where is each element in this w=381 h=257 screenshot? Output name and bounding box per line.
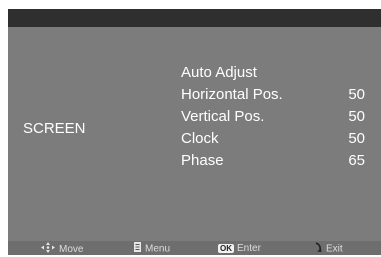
menu-category-label: SCREEN (23, 120, 86, 137)
ok-icon: OK (218, 243, 234, 253)
exit-hint-label: Exit (326, 243, 343, 255)
move-hint: Move (41, 242, 83, 255)
menu-item-value: 50 (348, 130, 365, 147)
menu-item-list: Auto Adjust Horizontal Pos. 50 Vertical … (181, 62, 371, 172)
osd-menu-panel: SCREEN Auto Adjust Horizontal Pos. 50 Ve… (8, 9, 381, 255)
menu-item-value: 50 (348, 86, 365, 103)
exit-hint: Exit (314, 242, 343, 255)
menu-item-label: Clock (181, 130, 219, 147)
menu-item-horizontal-pos[interactable]: Horizontal Pos. 50 (181, 84, 371, 106)
move-hint-label: Move (59, 244, 84, 256)
menu-icon (134, 242, 141, 256)
control-hint-bar: Move Menu OK Enter Exit (8, 241, 381, 255)
menu-item-label: Horizontal Pos. (181, 86, 283, 103)
menu-item-vertical-pos[interactable]: Vertical Pos. 50 (181, 106, 371, 128)
return-arrow-icon (314, 242, 322, 256)
menu-item-auto-adjust[interactable]: Auto Adjust (181, 62, 371, 84)
osd-title-bar (8, 9, 381, 27)
menu-item-phase[interactable]: Phase 65 (181, 150, 371, 172)
enter-hint-label: Enter (237, 243, 261, 254)
menu-item-value: 50 (348, 108, 365, 125)
menu-item-label: Vertical Pos. (181, 108, 265, 125)
menu-hint: Menu (134, 242, 170, 255)
menu-hint-label: Menu (145, 243, 171, 255)
enter-hint: OK Enter (218, 242, 261, 255)
menu-item-label: Auto Adjust (181, 64, 257, 81)
menu-item-label: Phase (181, 152, 224, 169)
menu-item-value: 65 (348, 152, 365, 169)
menu-item-clock[interactable]: Clock 50 (181, 128, 371, 150)
